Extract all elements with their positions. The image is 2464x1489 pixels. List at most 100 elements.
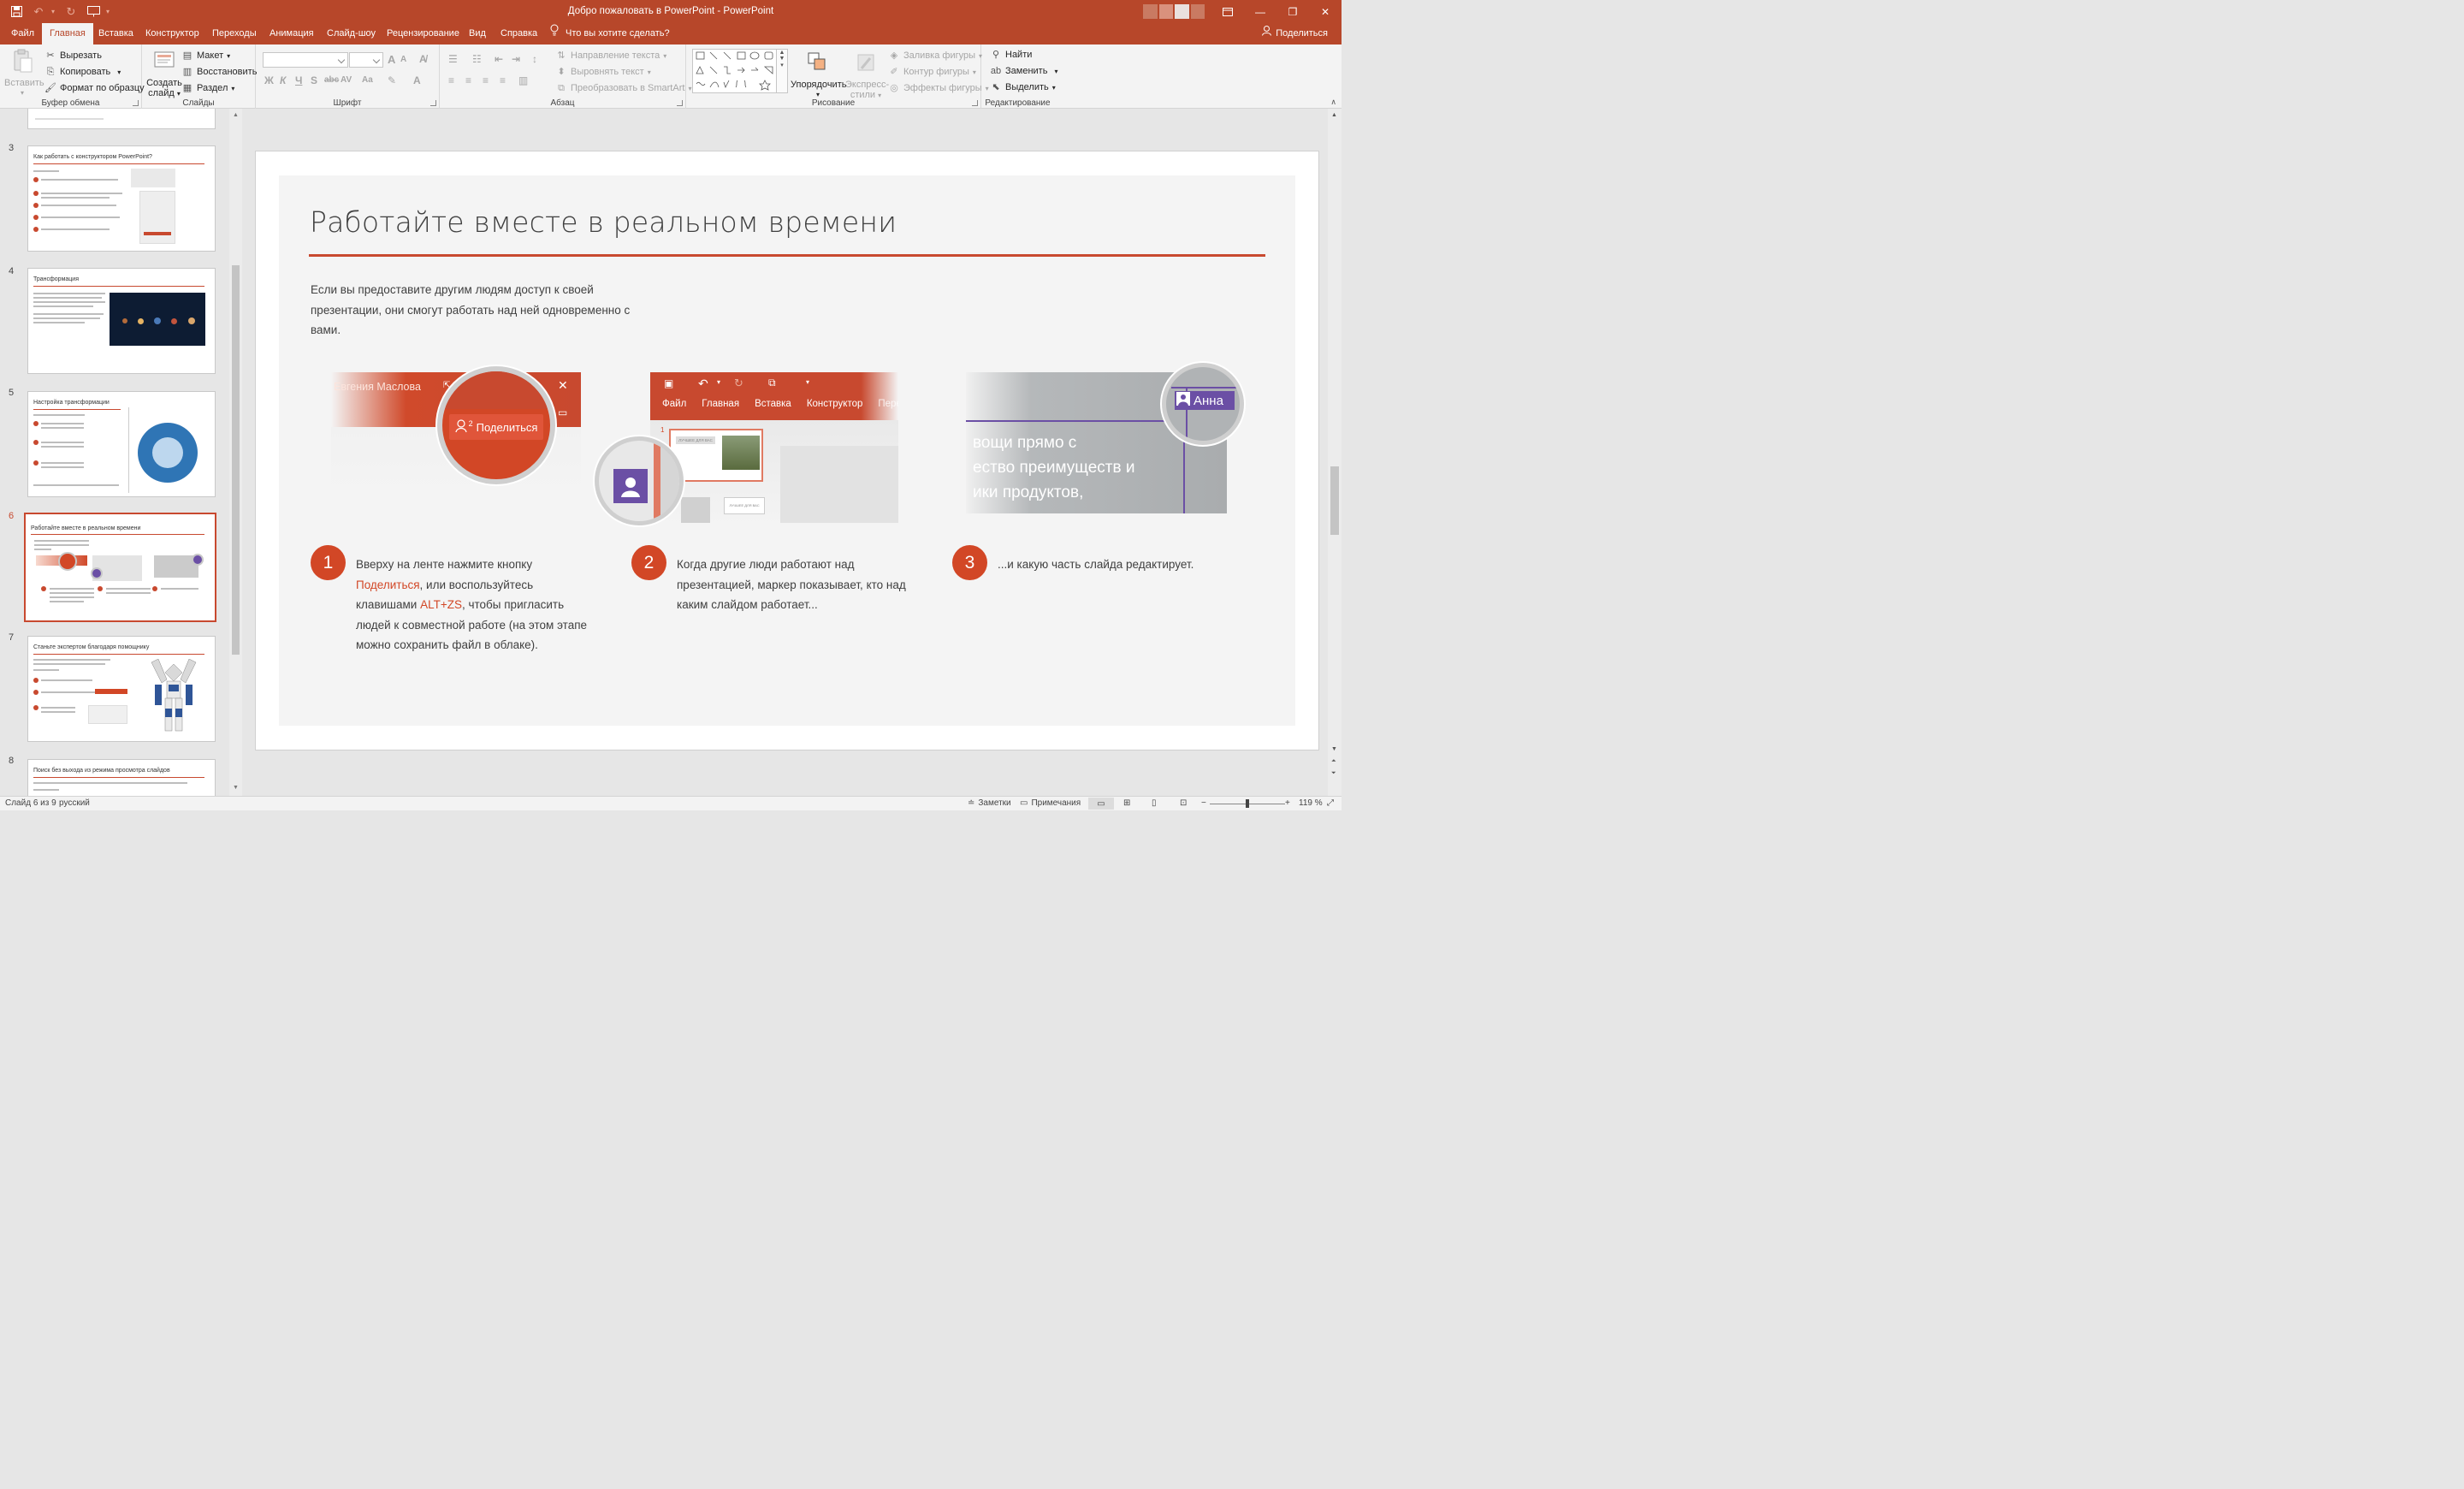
- slide-thumbnail-8[interactable]: Поиск без выхода из режима просмотра сла…: [27, 759, 216, 796]
- font-color-icon[interactable]: A: [413, 74, 421, 86]
- clear-formatting-icon[interactable]: A̸: [419, 53, 427, 65]
- paragraph-launcher-icon[interactable]: [677, 100, 683, 106]
- slide-thumbnail-3[interactable]: Как работать с конструктором PowerPoint?: [27, 145, 216, 252]
- close-icon[interactable]: ✕: [1309, 0, 1342, 23]
- line-spacing-icon[interactable]: ↕: [532, 53, 537, 65]
- customize-qat-icon[interactable]: ▾: [106, 8, 113, 15]
- scroll-up-icon[interactable]: ▲: [1331, 112, 1337, 118]
- collapse-ribbon-icon[interactable]: ∧: [1330, 98, 1336, 107]
- restore-icon[interactable]: ❐: [1276, 0, 1309, 23]
- shadow-button[interactable]: S: [311, 74, 317, 86]
- notes-button[interactable]: ≐ Заметки: [968, 798, 1011, 808]
- tab-home[interactable]: Главная: [42, 23, 93, 44]
- strikethrough-button[interactable]: abc: [324, 75, 339, 85]
- numbering-icon[interactable]: ☷: [472, 53, 482, 65]
- decrease-indent-icon[interactable]: ⇤: [495, 53, 503, 65]
- zoom-out-button[interactable]: −: [1201, 798, 1206, 808]
- fit-slide-icon[interactable]: ⤢: [1327, 798, 1334, 808]
- new-slide-button[interactable]: Создать слайд ▾: [146, 48, 182, 99]
- slide-sorter-button[interactable]: ⊞: [1123, 798, 1130, 808]
- share-button[interactable]: Поделиться: [1262, 23, 1328, 44]
- minimize-icon[interactable]: —: [1244, 0, 1276, 23]
- slide-thumbnail-4[interactable]: Трансформация: [27, 268, 216, 374]
- font-launcher-icon[interactable]: [430, 100, 436, 106]
- tab-insert[interactable]: Вставка: [91, 23, 141, 44]
- user-account-avatar[interactable]: [1143, 4, 1205, 19]
- change-case-button[interactable]: Aa: [362, 75, 373, 85]
- drawing-launcher-icon[interactable]: [972, 100, 978, 106]
- comments-button[interactable]: ▭ Примечания: [1020, 798, 1081, 808]
- shapes-gallery[interactable]: [692, 49, 780, 93]
- normal-view-button[interactable]: ▭: [1088, 798, 1114, 810]
- highlight-icon[interactable]: ✎: [388, 74, 396, 86]
- thumbnails-scroll-thumb[interactable]: [232, 265, 240, 655]
- align-right-icon[interactable]: ≡: [483, 74, 489, 86]
- shapes-gallery-scroll[interactable]: ▲ ▼ ▾: [776, 49, 788, 93]
- step-text[interactable]: ...и какую часть слайда редактирует.: [998, 555, 1254, 575]
- slideshow-button[interactable]: ⊡: [1180, 798, 1187, 808]
- justify-icon[interactable]: ≡: [500, 74, 506, 86]
- tab-help[interactable]: Справка: [493, 23, 545, 44]
- shape-outline-button[interactable]: ✐ Контур фигуры ▾: [888, 66, 976, 78]
- scroll-down-icon[interactable]: ▼: [233, 785, 239, 791]
- editor-scrollbar[interactable]: ▲ ▼ ⏶ ⏷: [1328, 109, 1342, 796]
- zoom-slider-thumb[interactable]: [1246, 799, 1249, 808]
- undo-icon[interactable]: ↶: [29, 3, 48, 21]
- tab-transitions[interactable]: Переходы: [204, 23, 264, 44]
- align-left-icon[interactable]: ≡: [448, 74, 454, 86]
- shape-effects-button[interactable]: ◎ Эффекты фигуры ▾: [888, 82, 989, 94]
- scroll-up-icon[interactable]: ▲: [233, 112, 239, 118]
- italic-button[interactable]: К: [280, 74, 286, 86]
- tab-animations[interactable]: Анимация: [262, 23, 322, 44]
- convert-smartart-button[interactable]: ⧉ Преобразовать в SmartArt ▾: [555, 82, 691, 94]
- underline-button[interactable]: Ч: [295, 74, 302, 86]
- find-button[interactable]: ⚲ Найти: [990, 49, 1032, 61]
- editor-scroll-thumb[interactable]: [1330, 466, 1339, 535]
- font-name-combo[interactable]: [263, 52, 348, 68]
- next-slide-icon[interactable]: ⏷: [1331, 770, 1336, 777]
- tab-file[interactable]: Файл: [3, 23, 42, 44]
- shrink-font-button[interactable]: A: [400, 55, 406, 64]
- arrange-button[interactable]: Упорядочить ▾: [791, 50, 846, 100]
- text-direction-button[interactable]: ⇅ Направление текста ▾: [555, 50, 666, 62]
- tell-me-search[interactable]: Что вы хотите сделать?: [550, 23, 670, 44]
- previous-slide-icon[interactable]: ⏶: [1331, 758, 1336, 765]
- tab-design[interactable]: Конструктор: [138, 23, 207, 44]
- quick-styles-button[interactable]: Экспресс- стили ▾: [845, 50, 889, 101]
- current-slide[interactable]: Работайте вместе в реальном времени Если…: [256, 151, 1318, 750]
- align-text-button[interactable]: ⬍ Выровнять текст ▾: [555, 66, 650, 78]
- replace-button[interactable]: ab Заменить ▾: [990, 65, 1058, 77]
- slide-intro-text[interactable]: Если вы предоставите другим людям доступ…: [311, 280, 670, 341]
- shape-fill-button[interactable]: ◈ Заливка фигуры ▾: [888, 50, 982, 62]
- columns-icon[interactable]: ▥: [518, 74, 528, 86]
- cut-button[interactable]: ✂ Вырезать: [44, 50, 102, 62]
- zoom-in-button[interactable]: +: [1285, 798, 1290, 808]
- slideshow-from-start-icon[interactable]: [84, 3, 103, 21]
- undo-dropdown-icon[interactable]: ▾: [51, 8, 58, 15]
- increase-indent-icon[interactable]: ⇥: [512, 53, 520, 65]
- save-icon[interactable]: [7, 3, 26, 21]
- copy-button[interactable]: ⎘ Копировать ▾: [44, 66, 121, 78]
- zoom-level[interactable]: 119 %: [1299, 798, 1323, 808]
- step-text[interactable]: Когда другие люди работают над презентац…: [677, 555, 933, 615]
- paste-button[interactable]: Вставить ▾: [4, 48, 44, 98]
- scroll-down-icon[interactable]: ▼: [1331, 746, 1337, 752]
- bullets-icon[interactable]: ☰: [448, 53, 458, 65]
- align-center-icon[interactable]: ≡: [465, 74, 471, 86]
- char-spacing-button[interactable]: AV: [341, 75, 352, 85]
- redo-icon[interactable]: ↻: [62, 3, 80, 21]
- grow-font-button[interactable]: A: [388, 53, 395, 66]
- thumbnails-scrollbar[interactable]: ▲ ▼: [229, 109, 242, 796]
- slide-thumbnail-2[interactable]: [27, 109, 216, 129]
- slide-thumbnail-5[interactable]: Настройка трансформации: [27, 391, 216, 497]
- tab-view[interactable]: Вид: [461, 23, 494, 44]
- tab-slideshow[interactable]: Слайд-шоу: [319, 23, 383, 44]
- slide-counter[interactable]: Слайд 6 из 9: [5, 798, 56, 808]
- step-text[interactable]: Вверху на ленте нажмите кнопку Поделитьс…: [356, 555, 613, 656]
- layout-button[interactable]: ▤ Макет ▾: [181, 50, 230, 62]
- section-button[interactable]: ▦ Раздел ▾: [181, 82, 235, 94]
- reset-button[interactable]: ▥ Восстановить: [181, 66, 258, 78]
- tab-review[interactable]: Рецензирование: [379, 23, 467, 44]
- format-painter-button[interactable]: 🖌 Формат по образцу: [44, 82, 145, 94]
- select-button[interactable]: ⬉ Выделить ▾: [990, 81, 1055, 93]
